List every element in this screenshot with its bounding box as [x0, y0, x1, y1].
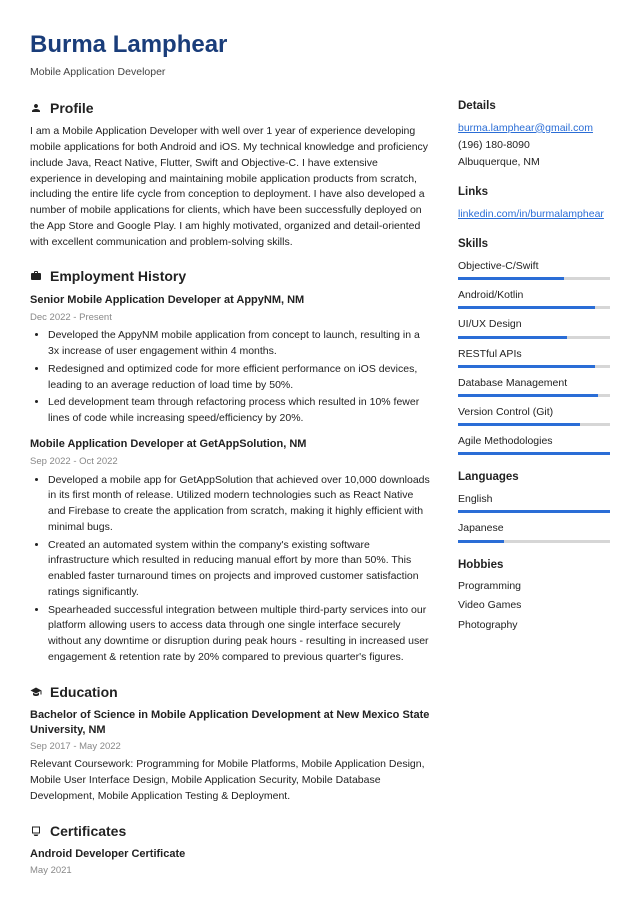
resume-header: Burma Lamphear Mobile Application Develo… [30, 28, 610, 80]
skill-item: Version Control (Git) [458, 405, 610, 426]
skill-item: RESTful APIs [458, 347, 610, 368]
skill-name: Android/Kotlin [458, 288, 610, 303]
language-item: English [458, 492, 610, 513]
job-bullet: Created an automated system within the c… [48, 538, 430, 601]
language-fill [458, 540, 504, 543]
language-name: English [458, 492, 610, 507]
links-title: Links [458, 184, 610, 201]
skill-item: UI/UX Design [458, 317, 610, 338]
linkedin-link[interactable]: linkedin.com/in/burmalamphear [458, 208, 604, 220]
certificates-section: Certificates Android Developer Certifica… [30, 821, 430, 878]
skills-title: Skills [458, 236, 610, 253]
job-bullet: Redesigned and optimized code for more e… [48, 362, 430, 394]
job-bullet: Spearheaded successful integration betwe… [48, 603, 430, 666]
job-entry: Mobile Application Developer at GetAppSo… [30, 437, 430, 666]
language-fill [458, 510, 610, 513]
job-title: Mobile Application Developer at GetAppSo… [30, 437, 430, 453]
profile-title: Profile [50, 98, 94, 118]
skill-name: Agile Methodologies [458, 434, 610, 449]
skill-name: Version Control (Git) [458, 405, 610, 420]
skills-section: Skills Objective-C/Swift Android/Kotlin UI… [458, 236, 610, 455]
job-title: Senior Mobile Application Developer at A… [30, 293, 430, 309]
links-section: Links linkedin.com/in/burmalamphear [458, 184, 610, 222]
education-dates: Sep 2017 - May 2022 [30, 740, 430, 754]
briefcase-icon [30, 270, 42, 282]
certificate-date: May 2021 [30, 864, 430, 878]
skill-fill [458, 306, 595, 309]
job-bullet: Developed the AppyNM mobile application … [48, 328, 430, 360]
hobby-item: Photography [458, 618, 610, 633]
skill-bar [458, 452, 610, 455]
hobbies-section: Hobbies Programming Video Games Photograph… [458, 557, 610, 633]
details-title: Details [458, 98, 610, 115]
location-text: Albuquerque, NM [458, 155, 610, 170]
language-bar [458, 510, 610, 513]
skill-bar [458, 423, 610, 426]
skill-item: Android/Kotlin [458, 288, 610, 309]
employment-title: Employment History [50, 266, 186, 286]
person-icon [30, 102, 42, 114]
job-bullet: Led development team through refactoring… [48, 395, 430, 427]
languages-section: Languages English Japanese [458, 469, 610, 542]
employment-section: Employment History Senior Mobile Applica… [30, 266, 430, 665]
education-section: Education Bachelor of Science in Mobile … [30, 682, 430, 805]
skill-fill [458, 277, 564, 280]
language-item: Japanese [458, 521, 610, 542]
skill-bar [458, 277, 610, 280]
person-name: Burma Lamphear [30, 28, 610, 63]
skill-item: Objective-C/Swift [458, 259, 610, 280]
email-link[interactable]: burma.lamphear@gmail.com [458, 122, 593, 134]
phone-text: (196) 180-8090 [458, 138, 610, 153]
details-section: Details burma.lamphear@gmail.com (196) 1… [458, 98, 610, 170]
certificate-name: Android Developer Certificate [30, 847, 430, 862]
language-bar [458, 540, 610, 543]
skill-item: Database Management [458, 376, 610, 397]
skill-name: UI/UX Design [458, 317, 610, 332]
skill-fill [458, 452, 610, 455]
skill-item: Agile Methodologies [458, 434, 610, 455]
profile-section: Profile I am a Mobile Application Develo… [30, 98, 430, 250]
education-degree: Bachelor of Science in Mobile Applicatio… [30, 708, 430, 738]
skill-bar [458, 306, 610, 309]
side-column: Details burma.lamphear@gmail.com (196) 1… [458, 98, 610, 893]
graduation-cap-icon [30, 686, 42, 698]
job-dates: Sep 2022 - Oct 2022 [30, 455, 430, 469]
education-title: Education [50, 682, 118, 702]
skill-fill [458, 394, 598, 397]
hobby-item: Video Games [458, 598, 610, 613]
skill-fill [458, 336, 567, 339]
job-bullets: Developed a mobile app for GetAppSolutio… [30, 473, 430, 666]
skill-name: Objective-C/Swift [458, 259, 610, 274]
certificate-icon [30, 825, 42, 837]
language-name: Japanese [458, 521, 610, 536]
job-dates: Dec 2022 - Present [30, 311, 430, 325]
skill-fill [458, 365, 595, 368]
skill-name: Database Management [458, 376, 610, 391]
profile-text: I am a Mobile Application Developer with… [30, 124, 430, 250]
skill-name: RESTful APIs [458, 347, 610, 362]
main-column: Profile I am a Mobile Application Develo… [30, 98, 430, 893]
hobbies-title: Hobbies [458, 557, 610, 574]
skill-bar [458, 365, 610, 368]
languages-title: Languages [458, 469, 610, 486]
skill-bar [458, 394, 610, 397]
job-entry: Senior Mobile Application Developer at A… [30, 293, 430, 427]
job-bullets: Developed the AppyNM mobile application … [30, 328, 430, 427]
job-bullet: Developed a mobile app for GetAppSolutio… [48, 473, 430, 536]
skill-fill [458, 423, 580, 426]
skill-bar [458, 336, 610, 339]
education-text: Relevant Coursework: Programming for Mob… [30, 757, 430, 804]
certificates-title: Certificates [50, 821, 126, 841]
hobby-item: Programming [458, 579, 610, 594]
person-role: Mobile Application Developer [30, 65, 610, 80]
